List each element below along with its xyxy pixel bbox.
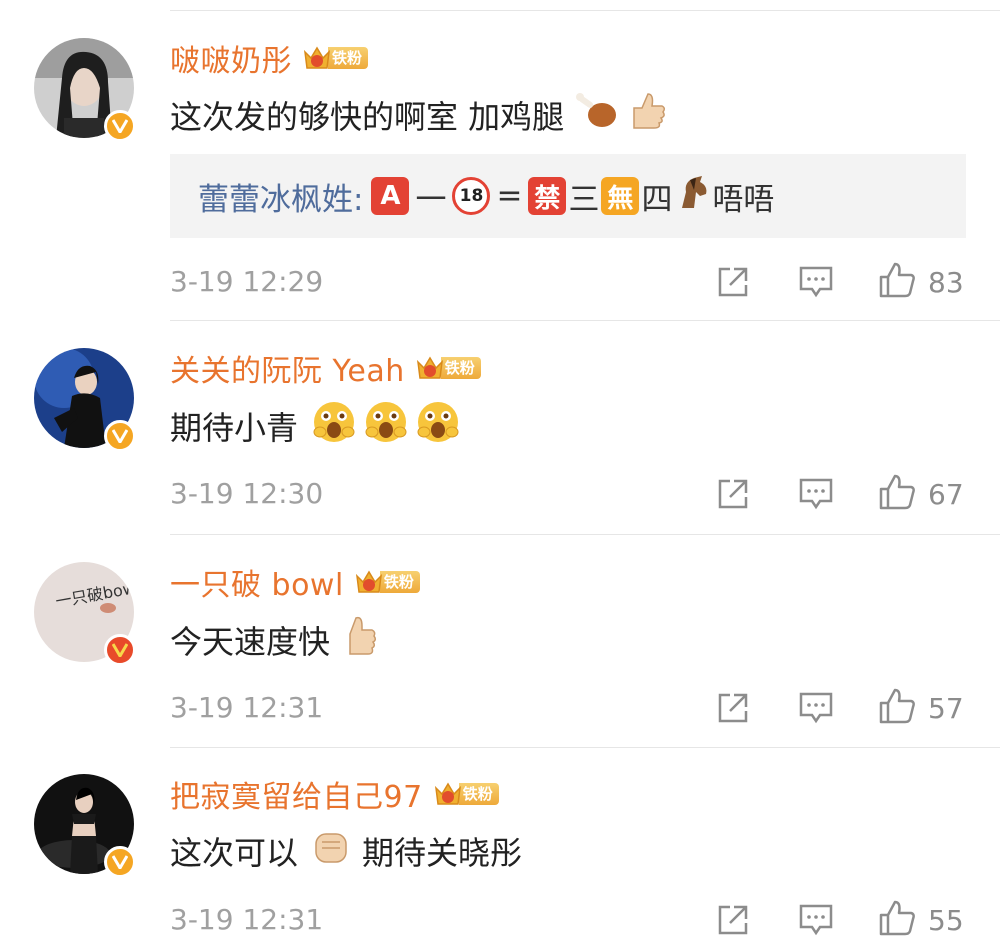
no-charge-character-icon: 無 (601, 177, 640, 215)
comment-text: 这次可以 期待关晓彤 (170, 826, 522, 876)
wow-face-icon (416, 400, 460, 452)
wow-face-icon (364, 400, 408, 452)
wow-face-icon (312, 400, 356, 452)
fan-badge: 铁粉 (354, 569, 420, 595)
username[interactable]: 一只破 bowl (170, 560, 344, 604)
verified-badge-icon (104, 846, 136, 878)
like-button[interactable]: 55 (878, 900, 964, 940)
crown-icon (354, 568, 384, 596)
share-icon[interactable] (716, 474, 750, 514)
comment-icon[interactable] (798, 900, 834, 940)
verified-badge-icon (104, 634, 136, 666)
like-button[interactable]: 67 (878, 474, 964, 514)
top-divider (170, 10, 1000, 11)
divider (170, 534, 1000, 535)
timestamp: 3-19 12:31 (170, 691, 324, 724)
thumbs-up-icon (342, 614, 378, 666)
comment-icon[interactable] (798, 262, 834, 302)
thumbs-up-icon (626, 90, 668, 140)
chicken-leg-icon (572, 91, 618, 139)
verified-badge-icon (104, 420, 136, 452)
timestamp: 3-19 12:31 (170, 903, 324, 936)
fist-icon (310, 826, 352, 876)
reply-username[interactable]: 蕾蕾冰枫姓: (198, 174, 363, 219)
like-icon (878, 473, 916, 515)
comment-text: 这次发的够快的啊室 加鸡腿 (170, 90, 668, 140)
like-icon (878, 687, 916, 729)
reply-preview[interactable]: 蕾蕾冰枫姓: A 一 18 = 禁 三 無 四 唔唔 (170, 154, 966, 238)
share-icon[interactable] (716, 900, 750, 940)
crown-icon (302, 44, 332, 72)
comment-text: 期待小青 (170, 400, 460, 452)
no-under-18-icon: 18 (452, 177, 491, 215)
comment-text: 今天速度快 (170, 614, 378, 666)
like-icon (878, 899, 916, 941)
username[interactable]: 啵啵奶彤 (170, 36, 292, 80)
like-count: 83 (928, 265, 964, 299)
timestamp: 3-19 12:29 (170, 265, 324, 298)
like-count: 67 (928, 477, 964, 511)
reply-text: A 一 18 = 禁 三 無 四 唔唔 (363, 174, 774, 219)
forbidden-character-icon: 禁 (528, 177, 567, 215)
like-button[interactable]: 57 (878, 688, 964, 728)
username[interactable]: 把寂寞留给自己97 (170, 772, 423, 816)
fan-badge: 铁粉 (415, 355, 481, 381)
letter-a-icon: A (371, 177, 410, 215)
like-icon (878, 261, 916, 303)
horse-icon (676, 174, 712, 218)
comment-icon[interactable] (798, 688, 834, 728)
crown-icon (415, 354, 445, 382)
divider (170, 747, 1000, 748)
comment-icon[interactable] (798, 474, 834, 514)
share-icon[interactable] (716, 262, 750, 302)
timestamp: 3-19 12:30 (170, 477, 324, 510)
crown-icon (433, 780, 463, 808)
fan-badge: 铁粉 (433, 781, 499, 807)
username[interactable]: 关关的阮阮 Yeah (170, 346, 405, 390)
share-icon[interactable] (716, 688, 750, 728)
divider (170, 320, 1000, 321)
like-button[interactable]: 83 (878, 262, 964, 302)
fan-badge: 铁粉 (302, 44, 369, 72)
verified-badge-icon (104, 110, 136, 142)
like-count: 57 (928, 691, 964, 725)
